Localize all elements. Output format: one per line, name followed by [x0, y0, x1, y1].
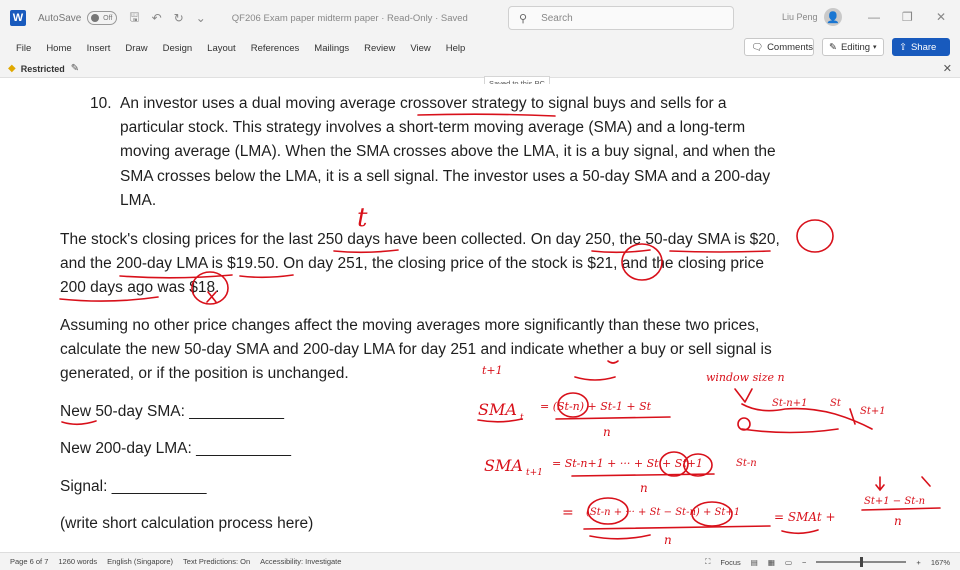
- search-box[interactable]: ⚲ Search: [508, 6, 734, 30]
- word-app-icon[interactable]: W: [10, 10, 26, 26]
- question-number: 10.: [90, 95, 112, 112]
- restricted-label[interactable]: Restricted: [21, 64, 65, 74]
- zoom-slider[interactable]: [816, 557, 907, 567]
- save-icon[interactable]: 🖫: [129, 8, 139, 29]
- user-name[interactable]: Liu Peng: [782, 12, 818, 22]
- new-lma-blank: New 200-day LMA: ___________: [60, 440, 291, 457]
- print-layout-icon[interactable]: ▦: [768, 558, 775, 567]
- undo-icon[interactable]: ↶: [152, 11, 162, 25]
- sensitivity-icon: ◆: [8, 63, 16, 74]
- tab-home[interactable]: Home: [46, 43, 71, 54]
- minimize-icon[interactable]: —: [868, 10, 880, 24]
- question-line: An investor uses a dual moving average c…: [120, 95, 727, 112]
- zoom-in-icon[interactable]: +: [916, 558, 920, 567]
- tab-mailings[interactable]: Mailings: [314, 43, 349, 54]
- focus-icon[interactable]: ⛶: [705, 557, 710, 567]
- comments-button[interactable]: 🗨 Comments: [744, 38, 814, 56]
- tab-help[interactable]: Help: [446, 43, 466, 54]
- stock-line: and the 200-day LMA is $19.50. On day 25…: [60, 255, 764, 272]
- ribbon-tabs: File Home Insert Draw Design Layout Refe…: [0, 36, 960, 60]
- question-line: LMA.: [120, 192, 157, 209]
- title-bar: W AutoSave Off 🖫 ↶ ↻ ⌄ QF206 Exam paper …: [0, 0, 960, 36]
- autosave-state: Off: [103, 14, 113, 22]
- editing-button[interactable]: ✎ Editing ▾: [822, 38, 884, 56]
- tab-insert[interactable]: Insert: [87, 43, 111, 54]
- editing-label: Editing: [840, 41, 871, 53]
- accessibility-status[interactable]: Accessibility: Investigate: [260, 557, 341, 566]
- document-page[interactable]: 10. An investor uses a dual moving avera…: [0, 84, 960, 552]
- tab-references[interactable]: References: [251, 43, 300, 54]
- pencil-icon: ✎: [829, 41, 837, 53]
- restore-icon[interactable]: ❐: [902, 10, 913, 24]
- language[interactable]: English (Singapore): [107, 557, 173, 566]
- word-count[interactable]: 1260 words: [58, 557, 97, 566]
- signal-blank: Signal: ___________: [60, 478, 207, 495]
- tab-review[interactable]: Review: [364, 43, 395, 54]
- assume-line: generated, or if the position is unchang…: [60, 365, 349, 382]
- new-sma-blank: New 50-day SMA: ___________: [60, 403, 285, 420]
- tab-layout[interactable]: Layout: [207, 43, 236, 54]
- tab-design[interactable]: Design: [163, 43, 193, 54]
- close-window-icon[interactable]: ✕: [936, 10, 946, 24]
- zoom-out-icon[interactable]: −: [802, 558, 806, 567]
- assume-line: Assuming no other price changes affect t…: [60, 317, 760, 334]
- share-button[interactable]: ⇪ Share: [892, 38, 950, 56]
- tab-view[interactable]: View: [410, 43, 430, 54]
- question-line: particular stock. This strategy involves…: [120, 119, 746, 136]
- focus-button[interactable]: Focus: [720, 558, 740, 567]
- comments-label: Comments: [767, 41, 813, 53]
- search-placeholder: Search: [541, 12, 573, 24]
- share-label: Share: [910, 41, 937, 53]
- web-layout-icon[interactable]: ▭: [785, 558, 792, 567]
- question-line: moving average (LMA). When the SMA cross…: [120, 143, 776, 160]
- redo-icon[interactable]: ↻: [174, 11, 184, 25]
- close-bar-icon[interactable]: ✕: [943, 62, 952, 75]
- tab-file[interactable]: File: [16, 43, 31, 54]
- search-icon: ⚲: [519, 12, 528, 25]
- question-line: SMA crosses below the LMA, it is a sell …: [120, 168, 771, 185]
- text-predictions[interactable]: Text Predictions: On: [183, 557, 250, 566]
- stock-line: The stock's closing prices for the last …: [60, 231, 780, 248]
- calculation-note: (write short calculation process here): [60, 515, 314, 532]
- comment-icon: 🗨: [751, 41, 764, 53]
- avatar[interactable]: 👤: [824, 8, 842, 26]
- chevron-down-icon: ▾: [873, 44, 877, 51]
- page-count[interactable]: Page 6 of 7: [10, 557, 48, 566]
- more-icon[interactable]: ⌄: [196, 11, 206, 25]
- read-mode-icon[interactable]: ▤: [751, 558, 758, 567]
- tab-draw[interactable]: Draw: [125, 43, 147, 54]
- autosave-toggle[interactable]: Off: [87, 11, 118, 25]
- document-title[interactable]: QF206 Exam paper midterm paper · Read-On…: [232, 13, 468, 24]
- autosave-label: AutoSave: [38, 12, 82, 24]
- status-bar: Page 6 of 7 1260 words English (Singapor…: [0, 552, 960, 570]
- assume-line: calculate the new 50-day SMA and 200-day…: [60, 341, 772, 358]
- share-icon: ⇪: [899, 41, 907, 53]
- zoom-level[interactable]: 167%: [931, 558, 950, 567]
- stock-line: 200 days ago was $18.: [60, 279, 220, 296]
- edit-label-icon[interactable]: ✎: [71, 63, 79, 74]
- restricted-bar: ◆ Restricted ✎ ✕: [0, 60, 960, 78]
